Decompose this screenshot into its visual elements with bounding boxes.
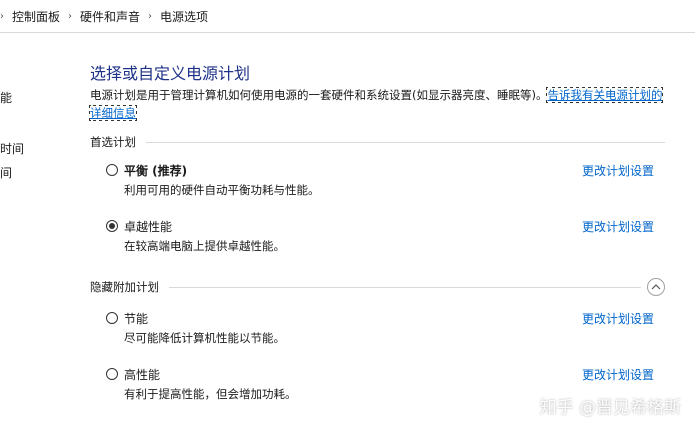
chevron-right-icon: ›	[148, 10, 153, 22]
plan-ultimate-performance: 卓越性能 在较高端电脑上提供卓越性能。 更改计划设置	[106, 218, 666, 258]
change-plan-settings-link[interactable]: 更改计划设置	[582, 310, 654, 327]
section-label: 隐藏附加计划	[90, 280, 159, 294]
plan-description: 有利于提高性能，但会增加功耗。	[124, 387, 297, 401]
divider	[169, 286, 641, 288]
section-header-hidden[interactable]: 隐藏附加计划	[90, 278, 665, 296]
change-plan-settings-link[interactable]: 更改计划设置	[582, 218, 654, 235]
radio-high-performance[interactable]	[106, 368, 118, 380]
breadcrumb-hardware-sound[interactable]: 硬件和声音	[80, 8, 140, 25]
plan-name[interactable]: 平衡 (推荐)	[124, 162, 187, 179]
watermark: 知乎 @晋见希格斯	[539, 398, 681, 418]
plan-description: 尽可能降低计算机性能以节能。	[124, 331, 285, 345]
chevron-right-icon: ›	[0, 10, 4, 22]
section-header-preferred: 首选计划	[90, 134, 665, 150]
plan-name[interactable]: 节能	[124, 310, 148, 327]
section-label: 首选计划	[90, 135, 136, 149]
page-title: 选择或自定义电源计划	[90, 64, 251, 83]
chevron-up-icon[interactable]	[647, 278, 665, 296]
power-options-window: › 控制面板 › 硬件和声音 › 电源选项 能 时间 间 选择或自定义电源计划 …	[0, 0, 695, 432]
plan-balanced: 平衡 (推荐) 利用可用的硬件自动平衡功耗与性能。 更改计划设置	[106, 162, 666, 202]
left-nav: 能 时间 间	[0, 32, 30, 432]
plan-power-saver: 节能 尽可能降低计算机性能以节能。 更改计划设置	[106, 310, 666, 350]
description-text: 电源计划是用于管理计算机如何使用电源的一套硬件和系统设置(如显示器亮度、睡眠等)…	[90, 88, 548, 102]
breadcrumb-control-panel[interactable]: 控制面板	[12, 8, 60, 25]
plan-name[interactable]: 高性能	[124, 366, 160, 383]
plan-name[interactable]: 卓越性能	[124, 218, 172, 235]
divider	[146, 141, 665, 143]
page-description: 电源计划是用于管理计算机如何使用电源的一套硬件和系统设置(如显示器亮度、睡眠等)…	[88, 86, 668, 122]
chevron-right-icon: ›	[68, 10, 73, 22]
change-plan-settings-link[interactable]: 更改计划设置	[582, 162, 654, 179]
breadcrumb: › 控制面板 › 硬件和声音 › 电源选项	[0, 0, 695, 33]
radio-balanced[interactable]	[106, 164, 118, 176]
leftnav-item[interactable]: 间	[0, 164, 12, 181]
leftnav-item[interactable]: 能	[0, 89, 12, 106]
radio-power-saver[interactable]	[106, 312, 118, 324]
leftnav-item[interactable]: 时间	[0, 140, 24, 157]
plan-description: 利用可用的硬件自动平衡功耗与性能。	[124, 183, 320, 197]
radio-ultimate-performance[interactable]	[106, 220, 118, 232]
breadcrumb-power-options[interactable]: 电源选项	[160, 8, 208, 25]
change-plan-settings-link[interactable]: 更改计划设置	[582, 366, 654, 383]
plan-description: 在较高端电脑上提供卓越性能。	[124, 239, 285, 253]
